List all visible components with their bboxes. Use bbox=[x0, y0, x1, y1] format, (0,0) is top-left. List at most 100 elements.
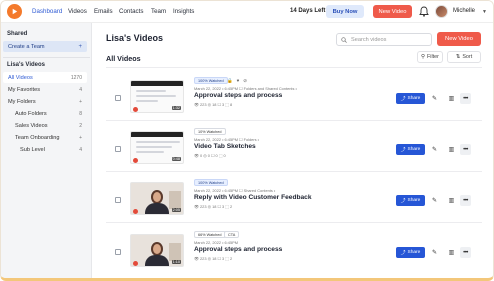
edit-icon[interactable]: ✎ bbox=[429, 93, 440, 104]
nav-team[interactable]: Team bbox=[151, 8, 166, 15]
user-name[interactable]: Michelle bbox=[453, 8, 475, 14]
thumbnail-background bbox=[169, 243, 181, 261]
thumbnail-person-face bbox=[153, 192, 161, 202]
row-divider bbox=[106, 120, 482, 121]
heart-icon[interactable]: ♥ bbox=[237, 78, 240, 84]
play-icon[interactable] bbox=[133, 158, 138, 163]
sidebar-heading-lisa: Lisa's Videos bbox=[7, 62, 46, 68]
sort-label: Sort bbox=[462, 54, 473, 60]
sidebar-item-sub-level[interactable]: Sub Level 4 bbox=[3, 144, 87, 155]
analytics-icon[interactable]: ▥ bbox=[446, 247, 457, 258]
thumbnail-person-body bbox=[145, 255, 169, 266]
buy-now-button[interactable]: Buy Now bbox=[326, 5, 364, 18]
share-icon: ⤴ bbox=[400, 199, 406, 204]
chevron-down-icon[interactable]: ▼ bbox=[482, 9, 487, 15]
video-title[interactable]: Video Tab Sketches bbox=[194, 143, 256, 150]
analytics-icon[interactable]: ▥ bbox=[446, 93, 457, 104]
nav-insights[interactable]: Insights bbox=[173, 8, 194, 15]
row-checkbox[interactable] bbox=[115, 197, 121, 203]
sidebar-item-team-onboarding[interactable]: Team Onboarding + bbox=[3, 132, 87, 143]
nav-emails[interactable]: Emails bbox=[94, 8, 113, 15]
video-meta: March 22, 2022 • 6:45PM ☐ Folders and Sh… bbox=[194, 86, 297, 91]
add-folder-icon[interactable]: + bbox=[79, 99, 82, 105]
thumbnail-line bbox=[136, 146, 172, 148]
sidebar-divider bbox=[3, 57, 90, 58]
video-thumbnail[interactable]: 2:05 bbox=[130, 182, 184, 215]
new-video-button-top[interactable]: New Video bbox=[373, 5, 412, 18]
new-video-button[interactable]: New Video bbox=[437, 32, 481, 46]
row-checkbox[interactable] bbox=[115, 249, 121, 255]
video-title[interactable]: Reply with Video Customer Feedback bbox=[194, 194, 312, 201]
edit-icon[interactable]: ✎ bbox=[429, 247, 440, 258]
sidebar-heading-shared: Shared bbox=[7, 31, 28, 37]
video-title[interactable]: Approval steps and process bbox=[194, 246, 282, 253]
play-icon[interactable] bbox=[133, 209, 138, 214]
video-thumbnail[interactable]: 0:48 bbox=[130, 131, 184, 164]
video-duration: 2:05 bbox=[171, 208, 181, 212]
sidebar-item-count: 8 bbox=[79, 110, 82, 117]
sidebar-item-count: 2 bbox=[79, 122, 82, 129]
more-options-icon[interactable]: ••• bbox=[460, 93, 471, 104]
play-icon[interactable] bbox=[133, 261, 138, 266]
create-team-label: Create a Team bbox=[8, 43, 45, 50]
share-icon: ⤴ bbox=[400, 97, 406, 102]
sidebar-item-label: My Favorites bbox=[8, 86, 41, 93]
nav-contacts[interactable]: Contacts bbox=[119, 8, 143, 15]
search-box[interactable] bbox=[336, 33, 432, 46]
add-subfolder-icon[interactable]: + bbox=[79, 135, 82, 141]
filter-button[interactable]: ⚲ Filter bbox=[417, 51, 443, 63]
video-meta: March 22, 2022 • 6:45PM bbox=[194, 240, 238, 245]
create-team-button[interactable]: Create a Team + bbox=[3, 41, 87, 52]
play-icon[interactable] bbox=[133, 107, 138, 112]
share-button[interactable]: ⤴ Share bbox=[396, 93, 425, 104]
video-title[interactable]: Approval steps and process bbox=[194, 92, 282, 99]
analytics-icon[interactable]: ▥ bbox=[446, 195, 457, 206]
analytics-icon[interactable]: ▥ bbox=[446, 144, 457, 155]
edit-icon[interactable]: ✎ bbox=[429, 195, 440, 206]
row-checkbox[interactable] bbox=[115, 146, 121, 152]
sidebar-item-sales-videos[interactable]: Sales Videos 2 bbox=[3, 120, 87, 131]
sidebar-item-auto-folders[interactable]: Auto Folders 8 bbox=[3, 108, 87, 119]
sidebar-item-label: Team Onboarding bbox=[15, 134, 60, 141]
watched-badge: 10% Watched bbox=[194, 128, 226, 135]
sidebar-item-my-favorites[interactable]: My Favorites 4 bbox=[3, 84, 87, 95]
search-input[interactable] bbox=[351, 36, 421, 43]
bell-icon[interactable] bbox=[419, 6, 429, 17]
more-options-icon[interactable]: ••• bbox=[460, 195, 471, 206]
video-meta: March 22, 2022 • 6:45PM ☐ Folders • bbox=[194, 137, 260, 142]
video-thumbnail[interactable]: 1:10 bbox=[130, 234, 184, 267]
row-checkbox[interactable] bbox=[115, 95, 121, 101]
brand-logo[interactable] bbox=[7, 4, 22, 19]
more-options-icon[interactable]: ••• bbox=[460, 144, 471, 155]
thumbnail-person-body bbox=[145, 203, 169, 214]
more-options-icon[interactable]: ••• bbox=[460, 247, 471, 258]
user-avatar[interactable] bbox=[435, 5, 448, 18]
thumbnail-header-bar bbox=[131, 132, 183, 137]
filter-label: Filter bbox=[426, 54, 439, 60]
share-button[interactable]: ⤴ Share bbox=[396, 144, 425, 155]
link-icon[interactable]: ⊘ bbox=[243, 78, 247, 84]
nav-videos[interactable]: Videos bbox=[68, 8, 87, 15]
video-thumbnail[interactable]: 1:32 bbox=[130, 80, 184, 113]
sidebar-item-count: 4 bbox=[79, 146, 82, 153]
list-divider bbox=[106, 67, 482, 68]
video-row[interactable]: 1:10 66% Watched CTA March 22, 2022 • 6:… bbox=[106, 231, 482, 278]
sidebar-item-all-videos[interactable]: All Videos 1270 bbox=[3, 72, 87, 83]
sidebar-item-label: Sales Videos bbox=[15, 122, 48, 129]
nav-dashboard[interactable]: Dashboard bbox=[32, 8, 62, 15]
sidebar: Shared Create a Team + Lisa's Videos All… bbox=[1, 23, 92, 278]
row-divider bbox=[106, 171, 482, 172]
share-button[interactable]: ⤴ Share bbox=[396, 195, 425, 206]
thumbnail-background bbox=[169, 191, 181, 209]
sidebar-item-count: 4 bbox=[79, 86, 82, 93]
watched-badge: 100% Watched bbox=[194, 179, 228, 186]
edit-icon[interactable]: ✎ bbox=[429, 144, 440, 155]
share-icon: ⤴ bbox=[400, 251, 406, 256]
thumbnail-line bbox=[136, 151, 164, 153]
sort-icon: ⇅ bbox=[455, 54, 461, 60]
sort-button[interactable]: ⇅ Sort bbox=[447, 51, 481, 63]
share-button[interactable]: ⤴ Share bbox=[396, 247, 425, 258]
row-divider bbox=[106, 222, 482, 223]
video-stats: 👁 223 ◎ 18 ☐ 3 ⬚ 2 bbox=[194, 204, 233, 209]
sidebar-item-my-folders[interactable]: My Folders + bbox=[3, 96, 87, 107]
